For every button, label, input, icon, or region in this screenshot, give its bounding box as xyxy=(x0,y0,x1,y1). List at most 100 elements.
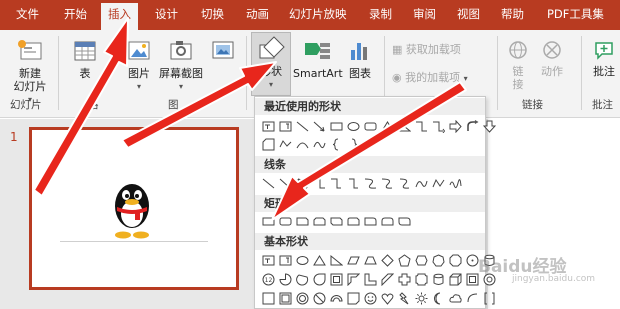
curve-icon[interactable] xyxy=(414,176,428,190)
right-triangle-icon[interactable] xyxy=(329,253,343,267)
snip-diagonal-icon[interactable] xyxy=(329,214,343,228)
picture-button[interactable]: 图片 ▾ xyxy=(125,38,153,93)
cloud-icon[interactable] xyxy=(448,291,462,305)
elbow-connector-icon[interactable] xyxy=(414,119,428,133)
arc-icon[interactable] xyxy=(295,137,309,151)
tab-design[interactable]: 设计 xyxy=(155,7,178,21)
vertical-text-box-icon[interactable] xyxy=(278,253,292,267)
folded-corner-icon[interactable] xyxy=(346,291,360,305)
photo-album-button[interactable] xyxy=(208,38,238,67)
tab-record[interactable]: 录制 xyxy=(369,7,392,21)
rectangle-icon[interactable] xyxy=(261,214,275,228)
bracket-pair-icon[interactable] xyxy=(482,291,496,305)
cross-icon[interactable] xyxy=(397,272,411,286)
decagon-icon[interactable] xyxy=(465,253,479,267)
tab-review[interactable]: 审阅 xyxy=(413,7,436,21)
block-arc-icon[interactable] xyxy=(329,291,343,305)
new-slide-button[interactable]: 新建 幻灯片 ▾ xyxy=(12,38,48,106)
round-same-side-icon[interactable] xyxy=(380,214,394,228)
tab-help[interactable]: 帮助 xyxy=(501,7,524,21)
right-arrow-icon[interactable] xyxy=(448,119,462,133)
no-symbol-icon[interactable] xyxy=(261,291,275,305)
round-single-corner-icon[interactable] xyxy=(363,214,377,228)
tab-animations[interactable]: 动画 xyxy=(246,7,269,21)
lightning-bolt-icon[interactable] xyxy=(397,291,411,305)
snip-round-icon[interactable] xyxy=(346,214,360,228)
screenshot-button[interactable]: 屏幕截图 ▾ xyxy=(158,38,204,93)
cube-icon[interactable] xyxy=(448,272,462,286)
table-button[interactable]: 表 xyxy=(72,38,98,80)
prohibited-icon[interactable] xyxy=(312,291,326,305)
elbow-arrow-icon[interactable] xyxy=(329,176,343,190)
slide-thumbnail[interactable] xyxy=(29,127,239,290)
trapezoid-icon[interactable] xyxy=(363,253,377,267)
hexagon-icon[interactable] xyxy=(414,253,428,267)
down-arrow-icon[interactable] xyxy=(482,119,496,133)
parallelogram-icon[interactable] xyxy=(346,253,360,267)
triangle-icon[interactable] xyxy=(380,119,394,133)
moon-icon[interactable] xyxy=(431,291,445,305)
left-brace-icon[interactable] xyxy=(329,137,343,151)
heart-icon[interactable] xyxy=(380,291,394,305)
smartart-button[interactable]: SmartArt xyxy=(293,38,343,80)
snip-shape-icon[interactable] xyxy=(261,137,275,151)
curve-icon[interactable] xyxy=(312,137,326,151)
arrow-line-icon[interactable] xyxy=(278,176,292,190)
heptagon-icon[interactable] xyxy=(431,253,445,267)
text-box-icon[interactable] xyxy=(261,119,275,133)
tab-file[interactable]: 文件 xyxy=(16,7,39,21)
arc-icon[interactable] xyxy=(465,291,479,305)
line-icon[interactable] xyxy=(261,176,275,190)
round-diagonal-icon[interactable] xyxy=(397,214,411,228)
teardrop-icon[interactable] xyxy=(312,272,326,286)
octagon-icon[interactable] xyxy=(448,253,462,267)
oval-icon[interactable] xyxy=(346,119,360,133)
chart-button[interactable]: 图表 xyxy=(346,38,374,80)
comment-button[interactable]: 批注 xyxy=(590,38,618,78)
my-addins-button[interactable]: ◉ 我的加载项 ▾ xyxy=(392,71,468,85)
dodecagon-icon[interactable]: 12 xyxy=(261,272,275,286)
freeform-icon[interactable] xyxy=(278,137,292,151)
bevel-icon[interactable] xyxy=(465,272,479,286)
oval-icon[interactable] xyxy=(295,253,309,267)
diagonal-stripe-icon[interactable] xyxy=(380,272,394,286)
line-icon[interactable] xyxy=(295,119,309,133)
rounded-rectangle-icon[interactable] xyxy=(363,119,377,133)
double-arrow-line-icon[interactable] xyxy=(295,176,309,190)
elbow-connector-icon[interactable] xyxy=(312,176,326,190)
arrow-line-icon[interactable] xyxy=(312,119,326,133)
chord-icon[interactable] xyxy=(295,272,309,286)
tab-home[interactable]: 开始 xyxy=(64,7,87,21)
curved-arrow-connector-icon[interactable] xyxy=(380,176,394,190)
tab-transitions[interactable]: 切换 xyxy=(201,7,224,21)
can-icon[interactable] xyxy=(431,272,445,286)
frame-icon[interactable] xyxy=(329,272,343,286)
shapes-button[interactable]: 形状 ▾ xyxy=(251,32,291,96)
tab-view[interactable]: 视图 xyxy=(457,7,480,21)
freeform-icon[interactable] xyxy=(431,176,445,190)
elbow-double-arrow-icon[interactable] xyxy=(346,176,360,190)
right-triangle-icon[interactable] xyxy=(397,119,411,133)
elbow-arrow-icon[interactable] xyxy=(431,119,445,133)
bevel-frame-icon[interactable] xyxy=(278,291,292,305)
tab-insert[interactable]: 插入 xyxy=(101,3,138,30)
text-box-icon[interactable] xyxy=(261,253,275,267)
half-frame-icon[interactable] xyxy=(346,272,360,286)
rounded-rectangle-icon[interactable] xyxy=(278,214,292,228)
triangle-icon[interactable] xyxy=(312,253,326,267)
diamond-icon[interactable] xyxy=(380,253,394,267)
snip-same-side-icon[interactable] xyxy=(312,214,326,228)
curved-double-arrow-icon[interactable] xyxy=(397,176,411,190)
tab-pdf-tools[interactable]: PDF工具集 xyxy=(547,7,604,21)
snip-single-corner-icon[interactable] xyxy=(295,214,309,228)
vertical-text-box-icon[interactable] xyxy=(278,119,292,133)
tab-slideshow[interactable]: 幻灯片放映 xyxy=(289,7,347,21)
circle-outline-icon[interactable] xyxy=(295,291,309,305)
pentagon-icon[interactable] xyxy=(397,253,411,267)
curved-arrow-icon[interactable] xyxy=(465,119,479,133)
scribble-icon[interactable] xyxy=(448,176,462,190)
get-addins-button[interactable]: ▦ 获取加载项 xyxy=(392,43,461,56)
smiley-face-icon[interactable] xyxy=(363,291,377,305)
pie-icon[interactable] xyxy=(278,272,292,286)
plaque-icon[interactable] xyxy=(414,272,428,286)
